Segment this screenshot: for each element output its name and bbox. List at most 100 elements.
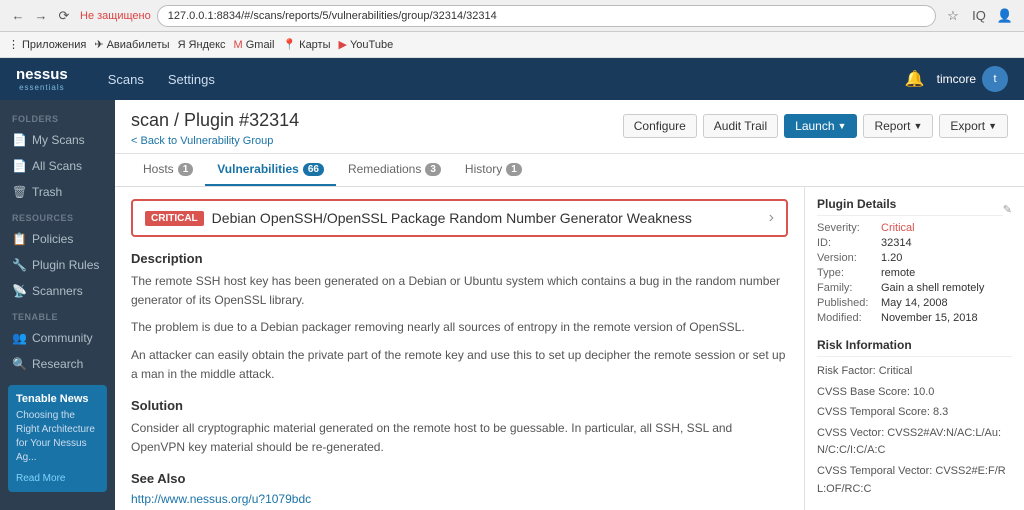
logo-icon: nessus essentials xyxy=(16,66,68,92)
bookmark-gmail-label: Gmail xyxy=(246,39,275,51)
header-nav-settings[interactable]: Settings xyxy=(158,68,225,91)
risk-information-title: Risk Information xyxy=(817,338,1012,357)
user-menu[interactable]: timcore t xyxy=(937,66,1008,92)
export-button[interactable]: Export ▼ xyxy=(939,114,1008,138)
tab-remediations-label: Remediations xyxy=(348,162,421,176)
bookmark-maps[interactable]: 📍 Карты xyxy=(282,38,330,51)
description-paragraph-3: An attacker can easily obtain the privat… xyxy=(131,346,788,384)
user-profile-icon[interactable]: 👤 xyxy=(994,5,1016,27)
back-button[interactable]: ← xyxy=(8,6,28,26)
back-link[interactable]: < Back to Vulnerability Group xyxy=(131,135,273,147)
app-header: nessus essentials Scans Settings 🔔 timco… xyxy=(0,58,1024,100)
iq-icon[interactable]: IQ xyxy=(968,5,990,27)
see-also-section: See Also http://www.nessus.org/u?1079bdc… xyxy=(131,471,788,510)
right-panel: Plugin Details ✎ Severity: Critical ID: … xyxy=(804,187,1024,510)
sidebar-item-scanners[interactable]: 📡 Scanners xyxy=(0,278,115,304)
description-paragraph-2: The problem is due to a Debian packager … xyxy=(131,318,788,337)
bookmark-youtube[interactable]: ▶ YouTube xyxy=(339,38,394,51)
sidebar-news-read-more[interactable]: Read More xyxy=(16,473,65,484)
bookmark-apps-label: Приложения xyxy=(22,39,86,51)
severity-row: Severity: Critical xyxy=(817,222,1012,234)
sidebar-research-label: Research xyxy=(32,357,83,371)
published-label: Published: xyxy=(817,297,877,309)
browser-bar: ← → ⟳ Не защищено 127.0.0.1:8834/#/scans… xyxy=(0,0,1024,32)
sidebar-item-policies[interactable]: 📋 Policies xyxy=(0,226,115,252)
tab-history-label: History xyxy=(465,162,502,176)
cvss-temporal-row: CVSS Temporal Score: 8.3 xyxy=(817,404,1012,422)
published-row: Published: May 14, 2008 xyxy=(817,297,1012,309)
sidebar-resources-label: RESOURCES xyxy=(0,205,115,226)
published-value: May 14, 2008 xyxy=(881,297,948,309)
bookmark-youtube-label: YouTube xyxy=(350,39,393,51)
tab-hosts-badge: 1 xyxy=(178,163,194,176)
audit-trail-button[interactable]: Audit Trail xyxy=(703,114,778,138)
version-label: Version: xyxy=(817,252,877,264)
cvss-base-row: CVSS Base Score: 10.0 xyxy=(817,384,1012,402)
risk-information-section: Risk Information Risk Factor: Critical C… xyxy=(817,338,1012,498)
vulnerability-detail: CRITICAL Debian OpenSSH/OpenSSL Package … xyxy=(115,187,804,510)
id-value: 32314 xyxy=(881,237,912,249)
plugin-details-title: Plugin Details xyxy=(817,197,1003,216)
content-body: CRITICAL Debian OpenSSH/OpenSSL Package … xyxy=(115,187,1024,510)
tab-vulnerabilities[interactable]: Vulnerabilities 66 xyxy=(205,154,336,186)
edit-icon[interactable]: ✎ xyxy=(1003,203,1012,216)
tab-history[interactable]: History 1 xyxy=(453,154,534,186)
browser-nav-buttons: ← → ⟳ xyxy=(8,6,74,26)
sidebar-news: Tenable News Choosing the Right Architec… xyxy=(8,385,107,492)
plugin-details-header: Plugin Details ✎ xyxy=(817,197,1012,222)
sidebar-folders-label: FOLDERS xyxy=(0,106,115,127)
url-bar[interactable]: 127.0.0.1:8834/#/scans/reports/5/vulnera… xyxy=(157,5,936,27)
report-button[interactable]: Report ▼ xyxy=(863,114,933,138)
bookmark-yandex-label: Яндекс xyxy=(189,39,226,51)
header-nav: Scans Settings xyxy=(98,68,225,91)
tab-remediations-badge: 3 xyxy=(425,163,441,176)
page-title: scan / Plugin #32314 xyxy=(131,110,299,131)
bookmark-yandex[interactable]: Я Яндекс xyxy=(178,39,226,51)
header-right: 🔔 timcore t xyxy=(905,66,1008,92)
policies-icon: 📋 xyxy=(12,232,26,246)
sidebar-item-trash[interactable]: 🗑 Trash xyxy=(0,179,115,205)
bookmark-icon[interactable]: ☆ xyxy=(942,5,964,27)
next-vulnerability-arrow[interactable]: › xyxy=(769,209,774,227)
cvss-temporal-vector-text: CVSS Temporal Vector: CVSS2#E:F/RL:OF/RC… xyxy=(817,463,1012,498)
sidebar-item-research[interactable]: 🔍 Research xyxy=(0,351,115,377)
bookmark-gmail[interactable]: M Gmail xyxy=(234,39,275,51)
reload-button[interactable]: ⟳ xyxy=(54,6,74,26)
bookmark-apps[interactable]: ⋮ Приложения xyxy=(8,38,86,51)
notification-bell-icon[interactable]: 🔔 xyxy=(905,69,925,89)
id-row: ID: 32314 xyxy=(817,237,1012,249)
sidebar-trash-label: Trash xyxy=(32,185,62,199)
tab-hosts[interactable]: Hosts 1 xyxy=(131,154,205,186)
description-paragraph-1: The remote SSH host key has been generat… xyxy=(131,272,788,310)
tab-history-badge: 1 xyxy=(506,163,522,176)
yandex-icon: Я xyxy=(178,39,186,51)
sidebar-item-plugin-rules[interactable]: 🔧 Plugin Rules xyxy=(0,252,115,278)
sidebar-item-my-scans[interactable]: 📄 My Scans xyxy=(0,127,115,153)
configure-button[interactable]: Configure xyxy=(623,114,697,138)
user-avatar: t xyxy=(982,66,1008,92)
launch-button[interactable]: Launch ▼ xyxy=(784,114,857,138)
sidebar-item-community[interactable]: 👥 Community xyxy=(0,325,115,351)
see-also-link-1[interactable]: http://www.nessus.org/u?1079bdc xyxy=(131,492,788,506)
sidebar-news-title: Tenable News xyxy=(16,393,99,405)
header-nav-scans[interactable]: Scans xyxy=(98,68,154,91)
type-row: Type: remote xyxy=(817,267,1012,279)
tab-hosts-label: Hosts xyxy=(143,162,174,176)
maps-icon: 📍 xyxy=(282,38,296,51)
modified-value: November 15, 2018 xyxy=(881,312,978,324)
sidebar: FOLDERS 📄 My Scans 📄 All Scans 🗑 Trash R… xyxy=(0,100,115,510)
tab-remediations[interactable]: Remediations 3 xyxy=(336,154,453,186)
export-label: Export xyxy=(950,119,985,133)
community-icon: 👥 xyxy=(12,331,26,345)
sidebar-all-scans-label: All Scans xyxy=(32,159,82,173)
type-value: remote xyxy=(881,267,915,279)
description-section: Description The remote SSH host key has … xyxy=(131,251,788,384)
sidebar-item-all-scans[interactable]: 📄 All Scans xyxy=(0,153,115,179)
logo-text: nessus xyxy=(16,66,68,83)
forward-button[interactable]: → xyxy=(31,6,51,26)
solution-title: Solution xyxy=(131,398,788,413)
security-warning: Не защищено xyxy=(80,10,151,22)
bookmark-flights[interactable]: ✈ Авиабилеты xyxy=(94,38,169,51)
app-layout: nessus essentials Scans Settings 🔔 timco… xyxy=(0,58,1024,510)
version-value: 1.20 xyxy=(881,252,902,264)
